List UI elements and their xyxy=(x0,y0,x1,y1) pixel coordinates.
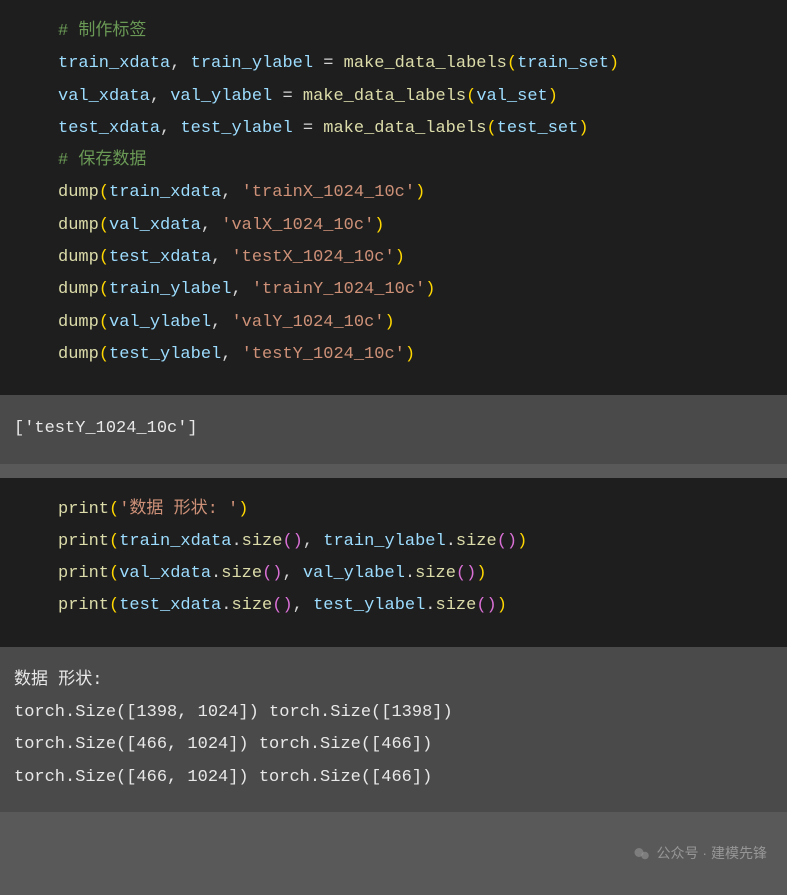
string: 'testY_1024_10c' xyxy=(242,345,405,364)
gap xyxy=(0,464,787,478)
var: val_ylabel xyxy=(170,87,272,106)
method: size xyxy=(221,564,262,583)
arg: val_ylabel xyxy=(303,564,405,583)
var: test_ylabel xyxy=(180,119,292,138)
arg: train_ylabel xyxy=(323,532,445,551)
output-line: torch.Size([1398, 1024]) torch.Size([139… xyxy=(14,703,453,722)
arg: val_xdata xyxy=(119,564,211,583)
output-line: torch.Size([466, 1024]) torch.Size([466]… xyxy=(14,768,432,787)
method: size xyxy=(242,532,283,551)
string: 'trainX_1024_10c' xyxy=(242,183,415,202)
output-block-2: 数据 形状: torch.Size([1398, 1024]) torch.Si… xyxy=(0,647,787,812)
func-call: print xyxy=(58,532,109,551)
method: size xyxy=(456,532,497,551)
arg: train_set xyxy=(517,54,609,73)
func-call: print xyxy=(58,500,109,519)
output-block-1: ['testY_1024_10c'] xyxy=(0,395,787,463)
output-line: 数据 形状: xyxy=(14,671,102,690)
arg: train_xdata xyxy=(119,532,231,551)
func-call: dump xyxy=(58,345,99,364)
arg: test_ylabel xyxy=(109,345,221,364)
arg: test_set xyxy=(497,119,579,138)
string: '数据 形状: ' xyxy=(119,500,238,519)
method: size xyxy=(415,564,456,583)
arg: train_xdata xyxy=(109,183,221,202)
func-call: dump xyxy=(58,313,99,332)
string: 'testX_1024_10c' xyxy=(231,248,394,267)
func-call: print xyxy=(58,596,109,615)
func-call: dump xyxy=(58,216,99,235)
arg: val_xdata xyxy=(109,216,201,235)
func-call: make_data_labels xyxy=(323,119,486,138)
wechat-icon xyxy=(633,845,651,863)
comment: # 制作标签 xyxy=(58,22,146,41)
arg: val_ylabel xyxy=(109,313,211,332)
arg: test_ylabel xyxy=(313,596,425,615)
var: test_xdata xyxy=(58,119,160,138)
watermark: 公众号 · 建模先锋 xyxy=(633,840,767,867)
func-call: print xyxy=(58,564,109,583)
var: train_ylabel xyxy=(191,54,313,73)
func-call: dump xyxy=(58,183,99,202)
var: train_xdata xyxy=(58,54,170,73)
code-block-2: print('数据 形状: ') print(train_xdata.size(… xyxy=(0,478,787,647)
comment: # 保存数据 xyxy=(58,151,146,170)
string: 'valX_1024_10c' xyxy=(221,216,374,235)
func-call: make_data_labels xyxy=(303,87,466,106)
var: val_xdata xyxy=(58,87,150,106)
arg: test_xdata xyxy=(109,248,211,267)
func-call: make_data_labels xyxy=(344,54,507,73)
string: 'trainY_1024_10c' xyxy=(252,280,425,299)
method: size xyxy=(231,596,272,615)
arg: test_xdata xyxy=(119,596,221,615)
arg: val_set xyxy=(476,87,547,106)
string: 'valY_1024_10c' xyxy=(231,313,384,332)
func-call: dump xyxy=(58,248,99,267)
output-text: ['testY_1024_10c'] xyxy=(14,419,198,438)
func-call: dump xyxy=(58,280,99,299)
watermark-text: 公众号 · 建模先锋 xyxy=(657,840,767,867)
arg: train_ylabel xyxy=(109,280,231,299)
output-line: torch.Size([466, 1024]) torch.Size([466]… xyxy=(14,735,432,754)
method: size xyxy=(436,596,477,615)
code-block-1: # 制作标签 train_xdata, train_ylabel = make_… xyxy=(0,0,787,395)
